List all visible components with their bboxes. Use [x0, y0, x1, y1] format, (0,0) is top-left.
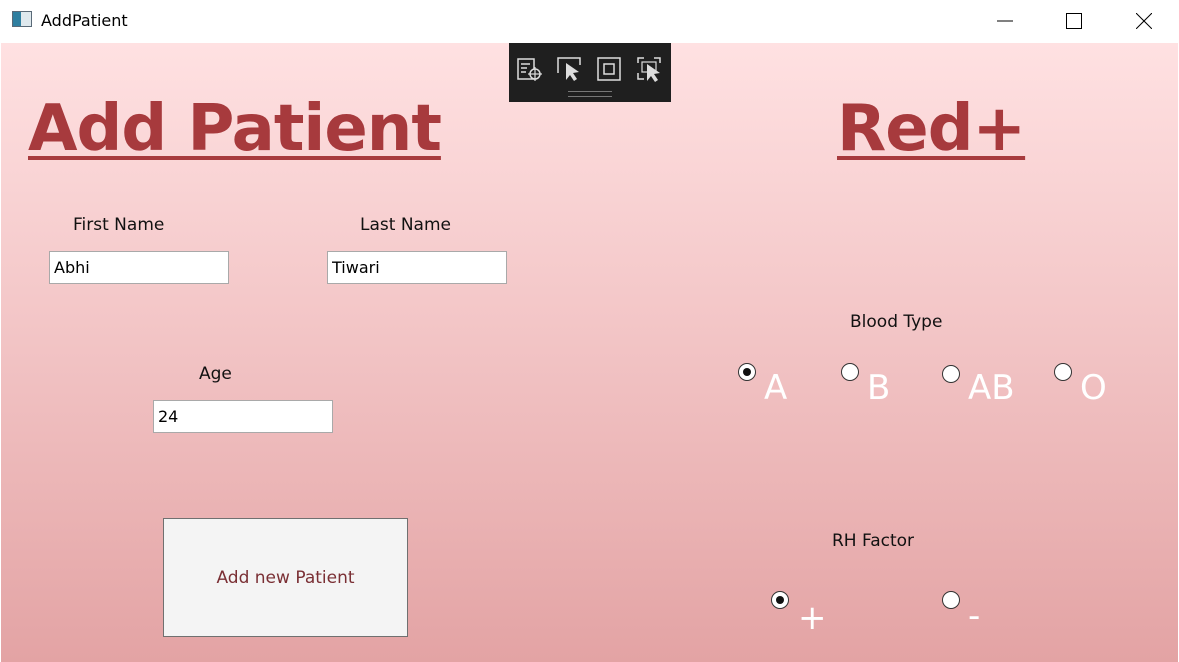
window-title: AddPatient	[41, 11, 128, 30]
minimize-icon	[997, 20, 1013, 22]
page-title: Add Patient	[28, 92, 442, 166]
rh-factor-option-negative-label[interactable]: -	[968, 596, 980, 636]
maximize-icon	[1066, 13, 1082, 29]
last-name-input[interactable]	[327, 251, 507, 284]
blood-type-option-o-label[interactable]: O	[1080, 368, 1107, 408]
maximize-button[interactable]	[1051, 0, 1097, 42]
minimize-button[interactable]	[982, 0, 1028, 42]
live-visual-tree-icon[interactable]	[516, 55, 544, 83]
last-name-label: Last Name	[360, 215, 451, 235]
blood-type-option-b-label[interactable]: B	[867, 368, 890, 408]
blood-type-radio-o[interactable]	[1054, 363, 1072, 381]
blood-type-option-a-label[interactable]: A	[764, 368, 787, 408]
rh-factor-option-positive-label[interactable]: +	[798, 598, 827, 638]
toolbar-grip[interactable]	[568, 91, 612, 97]
age-input[interactable]	[153, 400, 333, 433]
add-new-patient-button[interactable]: Add new Patient	[163, 518, 408, 637]
rh-factor-radio-positive[interactable]	[771, 591, 789, 609]
display-layout-adorners-icon[interactable]	[596, 55, 624, 83]
blood-type-label: Blood Type	[850, 312, 943, 332]
rh-factor-radio-negative[interactable]	[942, 591, 960, 609]
blood-type-radio-ab[interactable]	[942, 365, 960, 383]
blood-type-radio-b[interactable]	[841, 363, 859, 381]
age-label: Age	[199, 364, 232, 384]
blood-type-option-ab-label[interactable]: AB	[968, 368, 1015, 408]
rh-factor-label: RH Factor	[832, 531, 915, 551]
runtime-tools-toolbar[interactable]	[509, 43, 671, 102]
select-element-icon[interactable]	[556, 55, 584, 83]
close-icon	[1136, 13, 1152, 29]
brand-title: Red+	[837, 92, 1026, 166]
close-button[interactable]	[1121, 0, 1167, 42]
app-window-icon	[12, 11, 32, 27]
first-name-input[interactable]	[49, 251, 229, 284]
add-new-patient-label: Add new Patient	[216, 567, 355, 588]
track-focused-element-icon[interactable]	[636, 55, 664, 83]
first-name-label: First Name	[73, 215, 165, 235]
blood-type-radio-a[interactable]	[738, 363, 756, 381]
title-bar[interactable]: AddPatient	[0, 0, 1179, 42]
